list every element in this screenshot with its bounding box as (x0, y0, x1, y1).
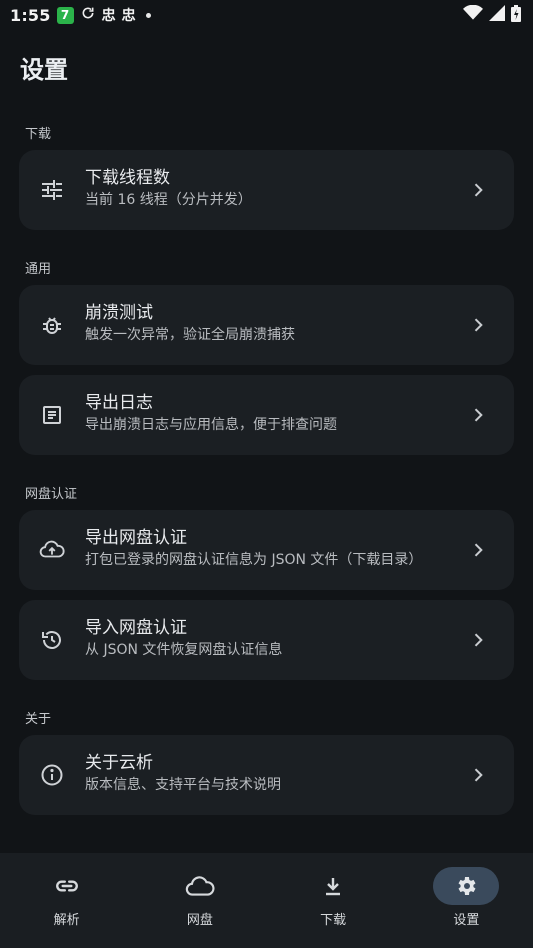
setting-text: 导入网盘认证 从 JSON 文件恢复网盘认证信息 (85, 616, 282, 660)
setting-item-export-logs[interactable]: 导出日志 导出崩溃日志与应用信息，便于排查问题 (19, 375, 514, 455)
info-icon (39, 762, 65, 788)
cloud-upload-icon (39, 537, 65, 563)
setting-subtitle: 版本信息、支持平台与技术说明 (85, 777, 281, 793)
nav-label: 设置 (453, 913, 480, 928)
chevron-right-icon (468, 405, 488, 425)
sync-icon (80, 5, 96, 25)
status-left: 1:55 7 忠 忠 (10, 5, 151, 25)
signal-icon (489, 5, 505, 25)
setting-subtitle: 导出崩溃日志与应用信息，便于排查问题 (85, 417, 337, 433)
status-right (463, 4, 521, 26)
setting-text: 导出网盘认证 打包已登录的网盘认证信息为 JSON 文件（下载目录） (85, 526, 422, 570)
gear-icon (433, 867, 500, 905)
chevron-right-icon (468, 630, 488, 650)
bug-icon (39, 312, 65, 338)
setting-text: 导出日志 导出崩溃日志与应用信息，便于排查问题 (85, 391, 337, 435)
nav-item-download[interactable]: 下载 (267, 853, 400, 948)
cloud-icon (167, 867, 233, 905)
tune-sliders-icon (39, 177, 65, 203)
setting-subtitle: 当前 16 线程（分片并发） (85, 192, 252, 208)
section-label-about: 关于 (25, 712, 52, 727)
setting-text: 崩溃测试 触发一次异常，验证全局崩溃捕获 (85, 301, 295, 345)
more-notifications-dot-icon (145, 12, 151, 18)
setting-subtitle: 从 JSON 文件恢复网盘认证信息 (85, 642, 283, 658)
section-label-download: 下载 (25, 127, 52, 142)
article-icon (39, 402, 65, 428)
nav-label: 解析 (53, 913, 80, 928)
nav-item-parse[interactable]: 解析 (0, 853, 133, 948)
chevron-right-icon (468, 765, 488, 785)
history-icon (39, 627, 65, 653)
battery-icon (511, 4, 521, 26)
link-icon (34, 867, 100, 905)
nav-label: 网盘 (186, 913, 213, 928)
nav-label: 下载 (320, 913, 347, 928)
setting-subtitle: 触发一次异常，验证全局崩溃捕获 (85, 327, 295, 343)
bottom-navigation: 解析 网盘 下载 设置 (0, 853, 533, 948)
app-badge-icon: 7 (56, 6, 74, 24)
setting-title: 导出网盘认证 (85, 528, 187, 548)
setting-item-import-netdisk-auth[interactable]: 导入网盘认证 从 JSON 文件恢复网盘认证信息 (19, 600, 514, 680)
download-icon (300, 867, 366, 905)
notification-glyph-1: 忠 (101, 8, 116, 24)
setting-title: 下载线程数 (85, 168, 170, 188)
setting-item-crash-test[interactable]: 崩溃测试 触发一次异常，验证全局崩溃捕获 (19, 285, 514, 365)
nav-item-settings[interactable]: 设置 (400, 853, 533, 948)
setting-item-about[interactable]: 关于云析 版本信息、支持平台与技术说明 (19, 735, 514, 815)
status-bar: 1:55 7 忠 忠 (0, 0, 533, 30)
setting-subtitle: 打包已登录的网盘认证信息为 JSON 文件（下载目录） (85, 552, 423, 568)
status-time: 1:55 (10, 5, 51, 25)
settings-screen: 1:55 7 忠 忠 设置 下载 下载线程数 当前 16 线程（分片并发） 通用… (0, 0, 533, 948)
setting-title: 崩溃测试 (85, 303, 153, 323)
section-label-general: 通用 (25, 262, 52, 277)
chevron-right-icon (468, 540, 488, 560)
wifi-icon (463, 4, 483, 25)
chevron-right-icon (468, 315, 488, 335)
section-label-netdisk-auth: 网盘认证 (25, 487, 78, 502)
setting-title: 导入网盘认证 (85, 618, 187, 638)
setting-text: 下载线程数 当前 16 线程（分片并发） (85, 166, 252, 210)
setting-item-export-netdisk-auth[interactable]: 导出网盘认证 打包已登录的网盘认证信息为 JSON 文件（下载目录） (19, 510, 514, 590)
notification-glyph-2: 忠 (121, 8, 136, 24)
setting-text: 关于云析 版本信息、支持平台与技术说明 (85, 751, 281, 795)
setting-title: 关于云析 (85, 753, 153, 773)
nav-item-netdisk[interactable]: 网盘 (133, 853, 266, 948)
chevron-right-icon (468, 180, 488, 200)
page-title: 设置 (20, 56, 68, 84)
setting-item-download-threads[interactable]: 下载线程数 当前 16 线程（分片并发） (19, 150, 514, 230)
setting-title: 导出日志 (85, 393, 153, 413)
